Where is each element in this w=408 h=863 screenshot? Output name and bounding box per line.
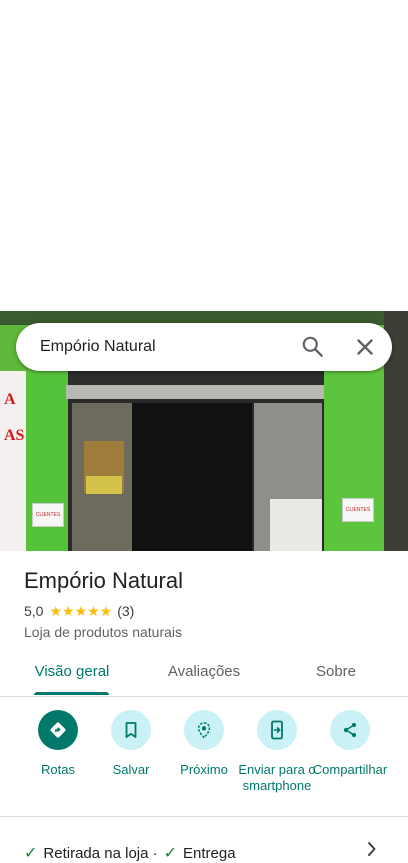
check-icon: ✓ xyxy=(163,845,178,862)
tab-bar: Visão geral Avaliações Sobre xyxy=(0,650,408,697)
close-icon[interactable] xyxy=(352,334,378,360)
photo-shelf xyxy=(86,476,122,494)
send-to-phone-icon xyxy=(257,710,297,750)
photo-sign: CLIENTES xyxy=(342,498,374,522)
search-input[interactable]: Empório Natural xyxy=(40,323,156,371)
rating-row[interactable]: 5,0 ★★★★★ (3) xyxy=(24,602,134,620)
search-icon[interactable] xyxy=(299,334,327,360)
service-options[interactable]: ✓ Retirada na loja · ✓ Entrega xyxy=(24,843,236,863)
chevron-right-icon[interactable] xyxy=(363,840,381,858)
bookmark-icon xyxy=(111,710,151,750)
directions-button[interactable]: Rotas xyxy=(19,706,97,778)
action-label: Salvar xyxy=(112,762,150,777)
map-area[interactable] xyxy=(0,0,408,311)
photo-counter xyxy=(270,499,322,551)
search-bar[interactable]: Empório Natural xyxy=(16,323,392,371)
photo-wall-letter: AS xyxy=(4,427,25,444)
share-button[interactable]: Compartilhar xyxy=(311,706,389,778)
nearby-icon xyxy=(184,710,224,750)
action-buttons: Rotas Salvar Próximo Enviar para o smart… xyxy=(0,706,408,814)
save-button[interactable]: Salvar xyxy=(92,706,170,778)
place-category[interactable]: Loja de produtos naturais xyxy=(24,624,182,640)
share-icon xyxy=(330,710,370,750)
check-icon: ✓ xyxy=(24,845,38,862)
service-option-label: Entrega xyxy=(183,844,236,862)
rating-value: 5,0 xyxy=(24,603,44,619)
action-label: Rotas xyxy=(41,762,75,777)
place-title: Empório Natural xyxy=(24,568,183,593)
action-label: Compartilhar xyxy=(312,762,388,777)
send-to-phone-button[interactable]: Enviar para o smartphone xyxy=(238,706,316,794)
photo-interior xyxy=(132,403,252,551)
tab-reviews[interactable]: Avaliações xyxy=(160,650,248,696)
divider xyxy=(0,816,408,817)
star-rating-icon: ★★★★★ xyxy=(49,602,113,619)
action-label: Enviar para o smartphone xyxy=(238,762,316,793)
nearby-button[interactable]: Próximo xyxy=(165,706,243,778)
active-tab-indicator xyxy=(34,692,109,695)
photo-wall-letter: A xyxy=(4,391,16,408)
review-count[interactable]: (3) xyxy=(117,603,134,619)
photo-frame xyxy=(66,385,324,399)
directions-icon xyxy=(38,710,78,750)
photo-panel xyxy=(324,371,384,551)
tab-about[interactable]: Sobre xyxy=(298,650,374,696)
photo-left-wall: A AS xyxy=(0,371,26,551)
tab-overview[interactable]: Visão geral xyxy=(28,650,116,696)
service-option-label: Retirada na loja · xyxy=(43,844,158,862)
action-label: Próximo xyxy=(180,762,228,777)
photo-sign: CLIENTES xyxy=(32,503,64,527)
